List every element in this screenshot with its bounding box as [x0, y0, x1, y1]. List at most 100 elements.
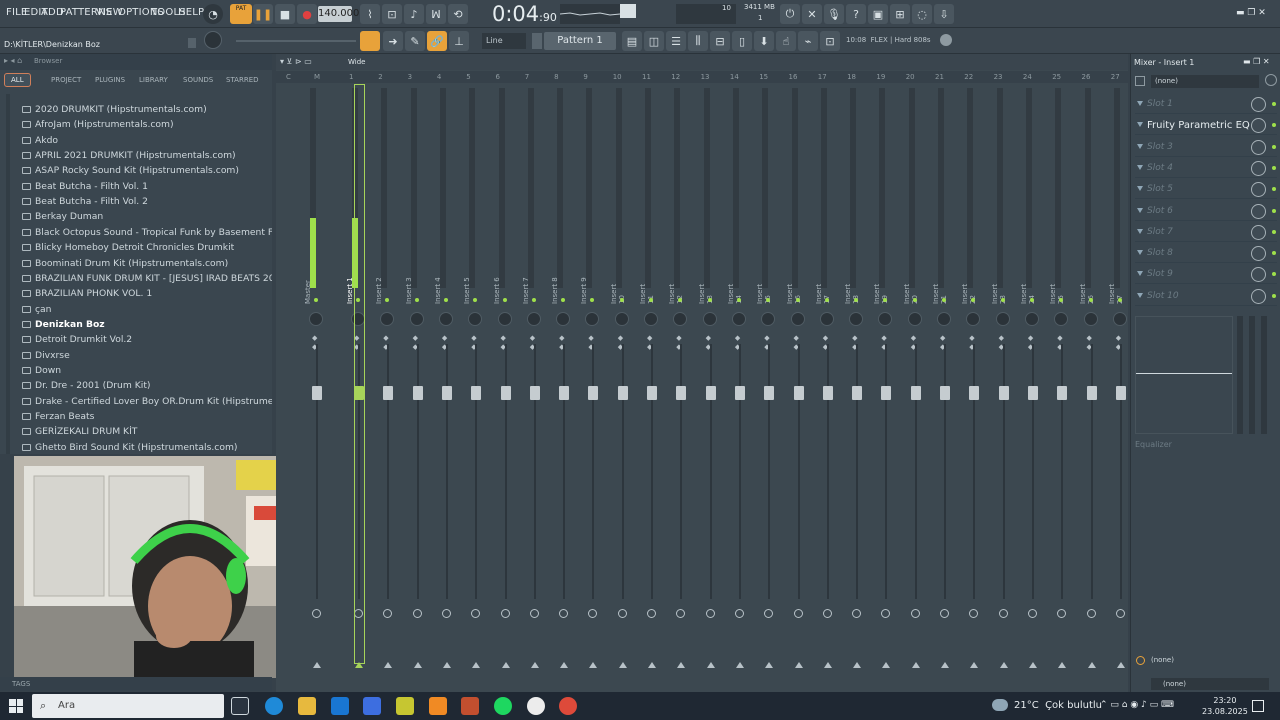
route-knob[interactable]	[1027, 609, 1037, 618]
route-knob[interactable]	[471, 609, 481, 618]
slot-menu-icon[interactable]	[1137, 207, 1143, 213]
mixer-track[interactable]: Insert 22◆◆	[961, 84, 987, 674]
tray-icons[interactable]: ⌃ ▭ ⌂ ◉ ♪ ▭ ⌨	[1100, 700, 1174, 710]
mute-led[interactable]	[1029, 298, 1034, 302]
folder-item[interactable]: ASAP Rocky Sound Kit (Hipstrumentals.com…	[22, 165, 239, 176]
mixer-track[interactable]: Insert 23◆◆	[991, 84, 1017, 674]
start-icon[interactable]	[9, 699, 23, 713]
volume-fader-track[interactable]	[1119, 344, 1122, 599]
slot-mix-knob[interactable]	[1251, 224, 1266, 240]
folder-item[interactable]: Boominati Drum Kit (Hipstrumentals.com)	[22, 258, 228, 269]
volume-fader-track[interactable]	[1031, 344, 1034, 599]
send-arrow-icon[interactable]	[970, 662, 979, 668]
master-pitch-knob[interactable]	[204, 31, 222, 49]
mute-led[interactable]	[502, 298, 507, 302]
typing-keyboard-icon[interactable]: ⌇	[360, 4, 380, 24]
volume-fader-handle[interactable]	[969, 386, 980, 400]
volume-fader-track[interactable]	[475, 344, 478, 599]
preset-menu-icon[interactable]	[940, 34, 952, 46]
slot-mix-knob[interactable]	[1251, 246, 1266, 262]
route-knob[interactable]	[529, 609, 539, 618]
pan-knob[interactable]	[937, 312, 951, 326]
pan-knob[interactable]	[790, 312, 805, 326]
volume-fader-track[interactable]	[445, 344, 448, 599]
effect-slot[interactable]: Slot 7	[1135, 223, 1277, 242]
record-button[interactable]: ●	[297, 4, 317, 24]
mixer-track[interactable]: Insert 11◆◆	[639, 84, 665, 674]
pattern-selector[interactable]: Pattern 1	[544, 32, 616, 50]
blend-notes-icon[interactable]: ♪	[404, 4, 424, 24]
route-knob[interactable]	[910, 609, 920, 618]
send-arrow-icon[interactable]	[882, 662, 891, 668]
folder-item[interactable]: Black Octopus Sound - Tropical Funk by B…	[22, 227, 272, 238]
slot-enable-led[interactable]	[1272, 102, 1276, 106]
volume-fader-handle[interactable]	[588, 386, 599, 400]
playlist-snap-icon[interactable]	[360, 31, 380, 51]
volume-fader-track[interactable]	[316, 344, 318, 599]
volume-fader-track[interactable]	[680, 344, 683, 599]
volume-fader-track[interactable]	[826, 344, 829, 599]
volume-fader-handle[interactable]	[705, 386, 716, 400]
pan-knob[interactable]	[1083, 312, 1098, 326]
plugin-icon[interactable]: ⬇	[754, 31, 774, 51]
browser-icon[interactable]: ⊡	[820, 31, 840, 51]
mixer-track[interactable]: Insert 6 ◆ ◆	[493, 84, 519, 674]
send-arrow-icon[interactable]	[735, 662, 744, 668]
chrome-icon[interactable]	[559, 697, 577, 715]
slot-enable-led[interactable]	[1272, 293, 1276, 298]
send-arrow-icon[interactable]	[648, 662, 656, 668]
mixer-track[interactable]: Insert 15◆◆	[756, 84, 782, 674]
volume-fader-track[interactable]	[387, 344, 390, 599]
volume-fader-track[interactable]	[563, 344, 566, 599]
volume-fader-track[interactable]	[651, 344, 653, 599]
tab-plugins[interactable]: PLUGINS	[95, 76, 125, 84]
eq-slider-1[interactable]	[1237, 316, 1243, 434]
route-knob[interactable]	[559, 609, 569, 618]
power-icon[interactable]: ⏻	[780, 4, 800, 24]
mute-led[interactable]	[824, 298, 829, 302]
volume-fader-handle[interactable]	[1115, 386, 1126, 400]
mixer-track[interactable]: Insert 13◆◆	[698, 84, 724, 674]
folder-item[interactable]: çan	[22, 304, 52, 315]
mute-led[interactable]	[1000, 298, 1005, 302]
volume-fader-handle[interactable]	[676, 386, 687, 400]
volume-fader-track[interactable]	[1090, 344, 1093, 599]
folder-item[interactable]: Denizkan Boz	[22, 319, 105, 330]
insert-output-1[interactable]: (none)	[1151, 656, 1174, 664]
tools-icon[interactable]: ✕	[802, 4, 822, 24]
mixer-track[interactable]: Insert 10◆◆	[610, 84, 636, 674]
pan-knob[interactable]	[966, 312, 981, 326]
mixer-track[interactable]: Insert 2 ◆ ◆	[375, 84, 401, 674]
folder-item[interactable]: Akdo	[22, 135, 58, 146]
route-knob[interactable]	[940, 609, 949, 618]
pan-knob[interactable]	[614, 312, 629, 326]
pan-knob[interactable]	[585, 312, 600, 326]
route-knob[interactable]	[676, 609, 686, 618]
volume-fader-track[interactable]	[944, 344, 946, 599]
pause-button[interactable]: ❚❚	[253, 4, 273, 24]
volume-fader-track[interactable]	[709, 344, 712, 599]
pan-knob[interactable]	[309, 312, 323, 326]
mixer-track[interactable]: Insert 21◆◆	[932, 84, 958, 674]
slot-enable-led[interactable]	[1272, 144, 1276, 149]
insert-output-2[interactable]: (none)	[1151, 678, 1269, 690]
effect-slot[interactable]: Slot 8	[1135, 244, 1277, 264]
effect-slot[interactable]: Slot 6	[1135, 202, 1277, 221]
pan-knob[interactable]	[819, 312, 834, 326]
send-arrow-icon[interactable]	[618, 662, 627, 668]
hook-icon[interactable]: ⌁	[798, 31, 818, 51]
mixer-track[interactable]: Insert 14◆◆	[727, 84, 753, 674]
mixer-track[interactable]: Insert 25◆◆	[1049, 84, 1075, 674]
volume-fader-handle[interactable]	[822, 386, 833, 400]
pan-knob[interactable]	[673, 312, 688, 326]
mute-led[interactable]	[736, 298, 741, 302]
browser-options-icon[interactable]: ▸ ◂ ⌂	[4, 56, 22, 65]
file-icon[interactable]: ▯	[732, 31, 752, 51]
slot-enable-led[interactable]	[1272, 208, 1276, 213]
slot-enable-led[interactable]	[1272, 187, 1276, 192]
volume-fader-handle[interactable]	[412, 386, 423, 400]
mixer-icon[interactable]: ⫼	[688, 31, 708, 51]
task-view-icon[interactable]	[231, 697, 249, 715]
folder-item[interactable]: BRAZILIAN FUNK DRUM KIT - [JESUS] IRAD B…	[22, 273, 272, 284]
volume-fader-handle[interactable]	[793, 386, 804, 400]
